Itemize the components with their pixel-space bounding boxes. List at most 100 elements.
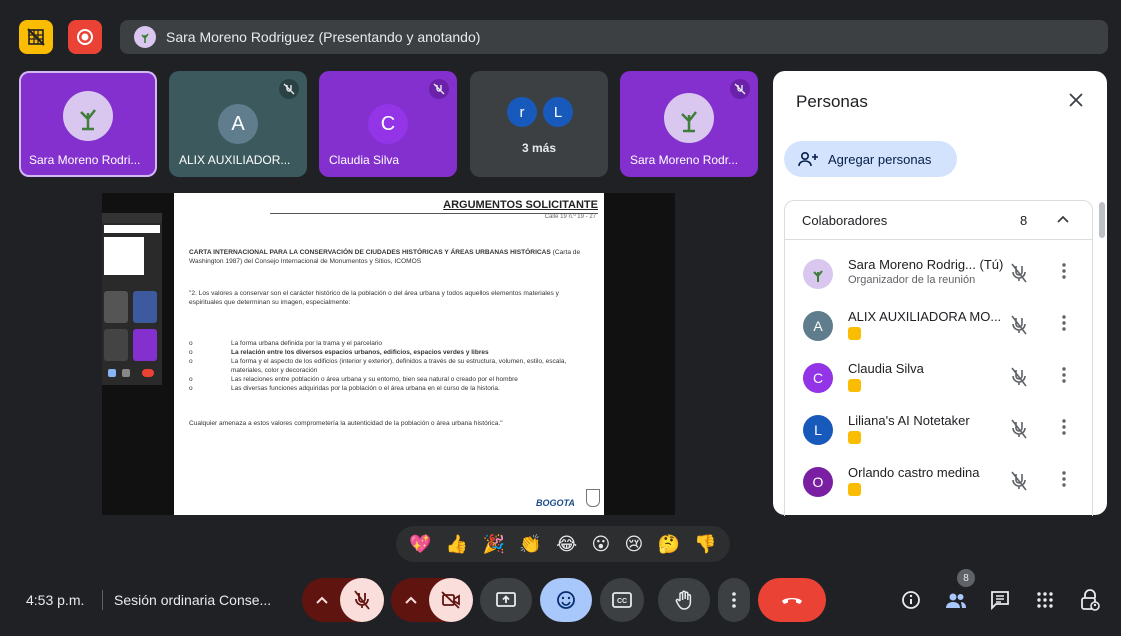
doc-quote: "2. Los valores a conservar son el carác… bbox=[189, 290, 559, 306]
presenter-label: Sara Moreno Rodriguez (Presentando y ano… bbox=[166, 29, 481, 45]
chevron-up-icon bbox=[405, 596, 417, 604]
more-options-button[interactable] bbox=[718, 578, 750, 622]
person-name: Sara Moreno Rodrig... (Tú) bbox=[848, 257, 1004, 272]
collaborators-header[interactable]: Colaboradores 8 bbox=[785, 201, 1092, 239]
list-item[interactable]: Sara Moreno Rodrig... (Tú) Organizador d… bbox=[785, 249, 1084, 301]
reaction-thumbs-up-button[interactable]: 👍 bbox=[446, 534, 468, 555]
presenting-badge bbox=[848, 327, 861, 340]
captions-button[interactable]: CC bbox=[600, 578, 644, 622]
grid-off-icon bbox=[27, 28, 45, 46]
section-label: Colaboradores bbox=[802, 213, 888, 228]
list-item: o Las relaciones entre población o área u… bbox=[189, 376, 518, 384]
avatar: C bbox=[803, 363, 833, 393]
coat-of-arms-icon bbox=[586, 489, 600, 507]
doc-bullet-list: o La forma urbana definida por la trama y… bbox=[189, 339, 589, 394]
chat-icon bbox=[991, 591, 1009, 610]
reaction-heart-button[interactable]: 💖 bbox=[409, 534, 431, 555]
videocam-off-icon bbox=[441, 591, 460, 609]
plant-logo-icon bbox=[813, 270, 823, 282]
plant-logo-icon bbox=[141, 33, 149, 43]
list-item[interactable]: O Orlando castro medina bbox=[785, 457, 1084, 509]
list-item[interactable]: C Claudia Silva bbox=[785, 353, 1084, 405]
avatar: C bbox=[368, 104, 408, 144]
mic-options-button[interactable] bbox=[302, 578, 342, 622]
reaction-thumbs-down-button[interactable]: 👎 bbox=[694, 534, 716, 555]
activities-button[interactable] bbox=[1033, 588, 1057, 612]
person-name: Claudia Silva bbox=[848, 361, 924, 376]
doc-title-bold: CARTA INTERNACIONAL PARA LA CONSERVACIÓN… bbox=[189, 249, 551, 256]
list-item[interactable]: A ALIX AUXILIADORA MO... bbox=[785, 301, 1084, 353]
participant-tile-self-2[interactable]: Sara Moreno Rodr... bbox=[620, 71, 758, 177]
mic-off-icon[interactable] bbox=[1010, 263, 1028, 283]
more-vert-icon[interactable] bbox=[1062, 419, 1066, 435]
mic-off-icon bbox=[354, 590, 370, 610]
mic-off-icon[interactable] bbox=[1010, 419, 1028, 439]
recording-button[interactable] bbox=[68, 20, 102, 54]
person-role: Organizador de la reunión bbox=[848, 274, 976, 286]
call-end-icon bbox=[782, 598, 802, 604]
add-people-label: Agregar personas bbox=[828, 151, 932, 167]
presenter-avatar bbox=[134, 26, 156, 48]
hand-icon bbox=[675, 590, 692, 610]
meeting-title: Sesión ordinaria Conse... bbox=[114, 592, 272, 608]
panel-scrollbar[interactable] bbox=[1099, 202, 1105, 238]
avatar: A bbox=[803, 311, 833, 341]
chat-button[interactable] bbox=[988, 588, 1012, 612]
no-video-icon-button[interactable] bbox=[19, 20, 53, 54]
participant-tile-self[interactable]: Sara Moreno Rodri... bbox=[19, 71, 157, 177]
reaction-thinking-button[interactable]: 🤔 bbox=[658, 534, 680, 555]
avatar-r: r bbox=[507, 97, 537, 127]
mic-off-icon[interactable] bbox=[1010, 367, 1028, 387]
people-button[interactable] bbox=[944, 588, 968, 612]
person-name: Orlando castro medina bbox=[848, 465, 980, 480]
person-name: Liliana's AI Notetaker bbox=[848, 413, 970, 428]
reactions-button[interactable] bbox=[540, 578, 592, 622]
reaction-party-button[interactable]: 🎉 bbox=[483, 534, 505, 555]
closed-caption-icon: CC bbox=[612, 592, 632, 608]
camera-toggle-button[interactable] bbox=[429, 578, 473, 622]
record-icon bbox=[77, 29, 93, 45]
bogota-logo: BOGOTA bbox=[536, 498, 575, 508]
host-controls-button[interactable] bbox=[1078, 588, 1102, 612]
plant-logo-icon bbox=[681, 111, 697, 133]
present-screen-button[interactable] bbox=[480, 578, 532, 622]
doc-closing: Cualquier amenaza a estos valores compro… bbox=[189, 420, 503, 427]
tile-name: ALIX AUXILIADOR... bbox=[179, 153, 291, 167]
avatar bbox=[803, 259, 833, 289]
reaction-laugh-button[interactable]: 😂 bbox=[556, 534, 577, 555]
leave-call-button[interactable] bbox=[758, 578, 826, 622]
more-vert-icon[interactable] bbox=[1062, 263, 1066, 279]
participant-tile-more[interactable]: r L 3 más bbox=[470, 71, 608, 177]
reaction-clap-button[interactable]: 👏 bbox=[519, 534, 541, 555]
mic-off-icon[interactable] bbox=[1010, 315, 1028, 335]
apps-grid-icon bbox=[1037, 592, 1053, 608]
tile-name: Sara Moreno Rodr... bbox=[630, 153, 739, 167]
chevron-up-icon[interactable] bbox=[1057, 215, 1069, 223]
meeting-details-button[interactable] bbox=[899, 588, 923, 612]
mic-toggle-button[interactable] bbox=[340, 578, 384, 622]
svg-text:CC: CC bbox=[617, 598, 627, 605]
panel-title: Personas bbox=[796, 92, 868, 111]
more-vert-icon[interactable] bbox=[1062, 315, 1066, 331]
mic-off-icon bbox=[279, 79, 299, 99]
more-vert-icon[interactable] bbox=[1062, 471, 1066, 487]
reactions-bar: 💖 👍 🎉 👏 😂 😮 😢 🤔 👎 bbox=[396, 526, 730, 562]
reaction-sad-button[interactable]: 😢 bbox=[625, 534, 644, 555]
participant-tile-claudia[interactable]: C Claudia Silva bbox=[319, 71, 457, 177]
participant-tile-alix[interactable]: A ALIX AUXILIADOR... bbox=[169, 71, 307, 177]
camera-options-button[interactable] bbox=[391, 578, 431, 622]
emoji-icon bbox=[557, 591, 575, 609]
close-icon[interactable] bbox=[1069, 93, 1083, 107]
mic-off-icon[interactable] bbox=[1010, 471, 1028, 491]
shared-document: ARGUMENTOS SOLICITANTE Calle 19 n.º 19 -… bbox=[174, 193, 604, 515]
list-item[interactable]: L Liliana's AI Notetaker bbox=[785, 405, 1084, 457]
presenter-bar[interactable]: Sara Moreno Rodriguez (Presentando y ano… bbox=[120, 20, 1108, 54]
reaction-surprised-button[interactable]: 😮 bbox=[591, 534, 610, 555]
collaborators-section: Colaboradores 8 Sara Moreno Rodrig... (T… bbox=[784, 200, 1093, 516]
doc-header: ARGUMENTOS SOLICITANTE bbox=[443, 199, 598, 211]
raise-hand-button[interactable] bbox=[658, 578, 710, 622]
more-vert-icon[interactable] bbox=[1062, 367, 1066, 383]
add-people-button[interactable]: Agregar personas bbox=[784, 141, 957, 177]
person-name: ALIX AUXILIADORA MO... bbox=[848, 309, 1002, 324]
mic-off-icon bbox=[429, 79, 449, 99]
